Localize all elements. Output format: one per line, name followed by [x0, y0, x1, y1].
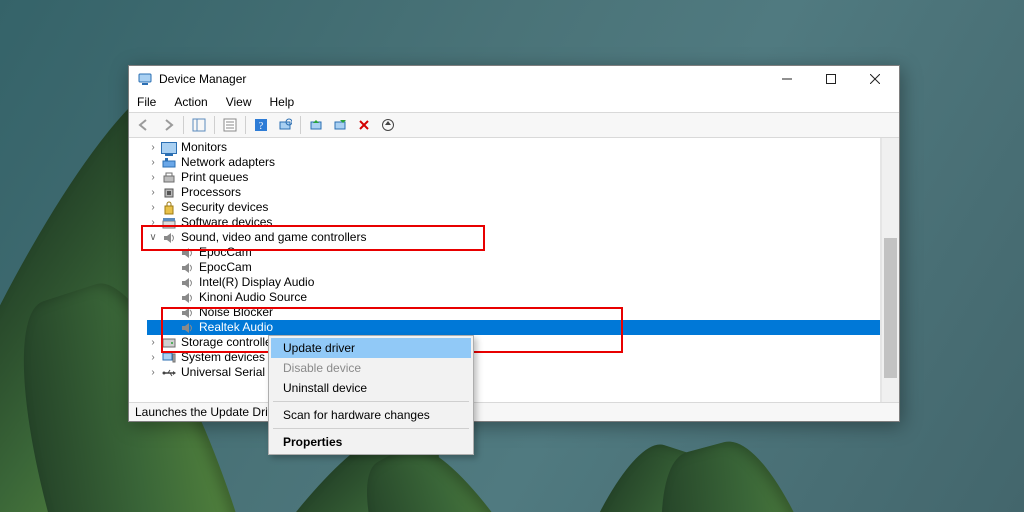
- scrollbar-thumb[interactable]: [884, 238, 897, 378]
- speaker-icon: [161, 230, 177, 245]
- monitor-icon: [161, 140, 177, 155]
- scan-hardware-button[interactable]: [274, 114, 296, 136]
- speaker-icon: [179, 260, 195, 275]
- expand-icon[interactable]: ›: [147, 155, 159, 170]
- tree-item[interactable]: › Monitors: [147, 140, 880, 155]
- tree-item[interactable]: ∨ Sound, video and game controllers: [147, 230, 880, 245]
- tree-item[interactable]: › Security devices: [147, 200, 880, 215]
- disk-icon: [161, 335, 177, 350]
- expand-icon[interactable]: ›: [147, 170, 159, 185]
- tree-item-label: Sound, video and game controllers: [181, 230, 366, 245]
- properties-button[interactable]: [219, 114, 241, 136]
- context-menu-item: Disable device: [271, 358, 471, 378]
- toolbar-separator: [245, 116, 246, 134]
- maximize-button[interactable]: [809, 66, 853, 92]
- tree-item-label: Processors: [181, 185, 241, 200]
- tree-item-label: System devices: [181, 350, 265, 365]
- tree-item[interactable]: Noise Blocker: [147, 305, 880, 320]
- context-menu-item[interactable]: Scan for hardware changes: [271, 405, 471, 425]
- menu-separator: [273, 401, 469, 402]
- menubar: File Action View Help: [129, 92, 899, 112]
- tree-item[interactable]: › Storage controllers: [147, 335, 880, 350]
- help-button[interactable]: ?: [250, 114, 272, 136]
- speaker-icon: [179, 305, 195, 320]
- tree-item-label: Noise Blocker: [199, 305, 273, 320]
- vertical-scrollbar[interactable]: [881, 138, 899, 402]
- tree-item[interactable]: › Software devices: [147, 215, 880, 230]
- expand-icon[interactable]: ›: [147, 200, 159, 215]
- tree-item-label: EpocCam: [199, 245, 252, 260]
- add-legacy-hardware-button[interactable]: [377, 114, 399, 136]
- toolbar-separator: [183, 116, 184, 134]
- tree-item[interactable]: Kinoni Audio Source: [147, 290, 880, 305]
- tree-item-label: Software devices: [181, 215, 272, 230]
- menu-action[interactable]: Action: [172, 94, 209, 110]
- forward-button[interactable]: [157, 114, 179, 136]
- network-icon: [161, 155, 177, 170]
- menu-file[interactable]: File: [135, 94, 158, 110]
- device-tree[interactable]: ›Monitors›Network adapters›Print queues›…: [129, 138, 881, 402]
- tree-item-label: Security devices: [181, 200, 268, 215]
- tree-item-label: EpocCam: [199, 260, 252, 275]
- expand-icon[interactable]: ›: [147, 365, 159, 380]
- usb-icon: [161, 365, 177, 380]
- tree-item-label: Intel(R) Display Audio: [199, 275, 314, 290]
- tree-item[interactable]: ›Universal Serial Bus controllers: [147, 365, 880, 380]
- expand-icon[interactable]: ›: [147, 140, 159, 155]
- tree-item[interactable]: Intel(R) Display Audio: [147, 275, 880, 290]
- tree-item[interactable]: › System devices: [147, 350, 880, 365]
- tree-client-area: ›Monitors›Network adapters›Print queues›…: [129, 138, 899, 402]
- titlebar[interactable]: Device Manager: [129, 66, 899, 92]
- disable-device-button[interactable]: [329, 114, 351, 136]
- tree-item-label: Network adapters: [181, 155, 275, 170]
- desktop-background: Device Manager File Action View Help ?: [0, 0, 1024, 512]
- collapse-icon[interactable]: ∨: [147, 230, 159, 245]
- toolbar-separator: [300, 116, 301, 134]
- speaker-icon: [179, 245, 195, 260]
- expand-icon[interactable]: ›: [147, 350, 159, 365]
- statusbar: Launches the Update Driver Wizard for th…: [129, 402, 899, 421]
- device-manager-window: Device Manager File Action View Help ?: [128, 65, 900, 422]
- uninstall-device-button[interactable]: [353, 114, 375, 136]
- speaker-icon: [179, 275, 195, 290]
- svg-text:?: ?: [259, 121, 264, 132]
- update-driver-button[interactable]: [305, 114, 327, 136]
- tree-item[interactable]: › Print queues: [147, 170, 880, 185]
- toolbar-separator: [214, 116, 215, 134]
- speaker-icon: [179, 290, 195, 305]
- tree-item[interactable]: › Processors: [147, 185, 880, 200]
- tree-item[interactable]: EpocCam: [147, 245, 880, 260]
- context-menu-item[interactable]: Update driver: [271, 338, 471, 358]
- expand-icon[interactable]: ›: [147, 215, 159, 230]
- menu-help[interactable]: Help: [268, 94, 297, 110]
- software-icon: [161, 215, 177, 230]
- back-button[interactable]: [133, 114, 155, 136]
- tree-item-label: Storage controllers: [181, 335, 282, 350]
- printer-icon: [161, 170, 177, 185]
- tree-item-label: Print queues: [181, 170, 248, 185]
- menu-separator: [273, 428, 469, 429]
- tree-item[interactable]: EpocCam: [147, 260, 880, 275]
- tree-item[interactable]: › Network adapters: [147, 155, 880, 170]
- tree-item-label: Monitors: [181, 140, 227, 155]
- menu-view[interactable]: View: [224, 94, 254, 110]
- device-manager-icon: [137, 71, 153, 87]
- pc-icon: [161, 350, 177, 365]
- tree-item-label: Realtek Audio: [199, 320, 273, 335]
- context-menu-item[interactable]: Properties: [271, 432, 471, 452]
- cpu-icon: [161, 185, 177, 200]
- window-title: Device Manager: [159, 72, 246, 86]
- toolbar: ?: [129, 112, 899, 138]
- tree-item[interactable]: Realtek Audio: [147, 320, 880, 335]
- show-hide-tree-button[interactable]: [188, 114, 210, 136]
- context-menu: Update driverDisable deviceUninstall dev…: [268, 335, 474, 455]
- minimize-button[interactable]: [765, 66, 809, 92]
- expand-icon[interactable]: ›: [147, 185, 159, 200]
- security-icon: [161, 200, 177, 215]
- context-menu-item[interactable]: Uninstall device: [271, 378, 471, 398]
- close-button[interactable]: [853, 66, 897, 92]
- expand-icon[interactable]: ›: [147, 335, 159, 350]
- speaker-icon: [179, 320, 195, 335]
- tree-item-label: Kinoni Audio Source: [199, 290, 307, 305]
